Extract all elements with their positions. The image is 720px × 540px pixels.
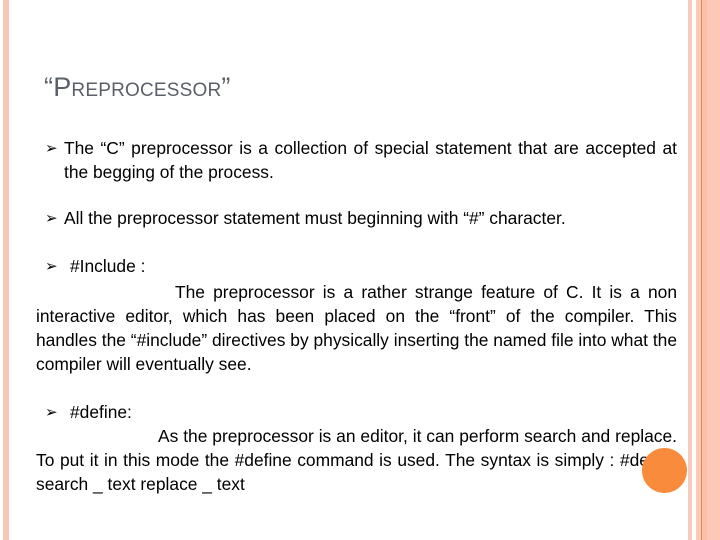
bullet-item: ➢ #Include : [45,254,677,278]
right-border-stripe [688,0,692,540]
bullet-body: The preprocessor is a rather strange fea… [36,282,677,374]
bullet-heading: #define: [70,402,132,422]
bullet-text: All the preprocessor statement must begi… [64,208,566,228]
bullet-heading: #Include : [70,256,146,276]
arrowhead-bullet-icon: ➢ [45,209,58,227]
left-border-stripe [3,0,9,540]
arrowhead-bullet-icon: ➢ [45,257,58,275]
bullet-item: ➢ #define: [45,400,677,424]
bullet-item: ➢ All the preprocessor statement must be… [45,206,677,230]
bullet-text: The “C” preprocessor is a collection of … [64,138,677,182]
title-close-quote: ” [221,72,231,102]
arrowhead-bullet-icon: ➢ [45,139,58,157]
arrowhead-bullet-icon: ➢ [45,403,58,421]
bullet-body: As the preprocessor is an editor, it can… [36,426,677,494]
bullet-item: ➢ The “C” preprocessor is a collection o… [45,136,677,184]
title-open-quote: “ [44,72,54,102]
right-border-stripe [707,0,720,540]
title-text: Preprocessor [53,72,222,102]
slide-title: “Preprocessor” [44,72,231,103]
decorative-orange-circle [642,448,687,493]
